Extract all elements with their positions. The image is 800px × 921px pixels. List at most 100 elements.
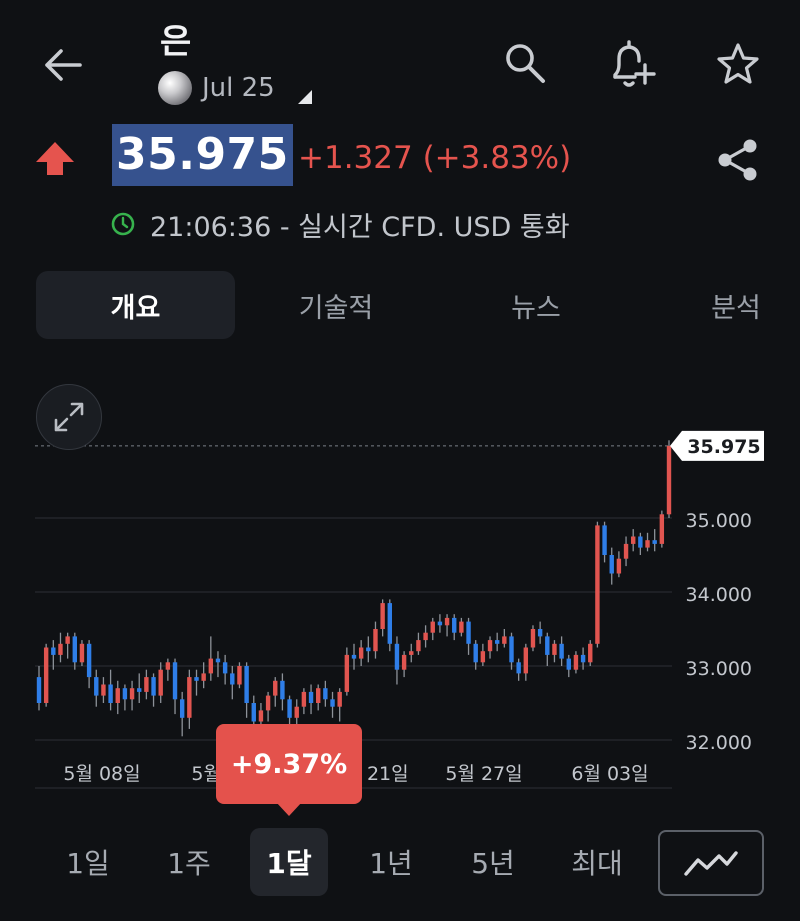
period-5y[interactable]: 5년	[458, 828, 528, 896]
candle-body	[480, 651, 486, 663]
candle-body	[108, 684, 113, 703]
candle-body	[623, 543, 629, 559]
silver-coin-icon	[158, 71, 192, 105]
candle-body	[380, 603, 385, 629]
candle-body	[595, 525, 600, 644]
candle-body	[316, 688, 321, 703]
quote-time-text: 21:06:36 - 실시간 CFD. USD 통화	[150, 211, 570, 243]
candle-body	[580, 654, 586, 663]
candle-body	[609, 555, 614, 574]
candle-body	[588, 643, 593, 663]
candle-body	[122, 688, 128, 700]
y-tick-label: 35.000	[686, 510, 752, 532]
candle-body	[530, 629, 536, 648]
expand-icon[interactable]	[36, 384, 102, 450]
y-tick-label: 33.000	[686, 658, 752, 680]
tab-analysis[interactable]: 분석	[676, 271, 796, 339]
candle-body	[330, 699, 335, 707]
price-badge-text: 35.975	[687, 436, 760, 458]
candle-body	[244, 666, 249, 703]
candle-body	[387, 603, 392, 644]
candle-body	[394, 643, 400, 670]
candle-body	[552, 643, 557, 655]
instrument-title: 은	[160, 22, 192, 62]
candle-body	[86, 643, 92, 678]
candle-body	[194, 677, 199, 681]
candle-body	[602, 525, 607, 555]
candle-body	[523, 647, 529, 674]
candle-body	[437, 621, 443, 626]
candle-body	[230, 673, 235, 685]
candle-body	[423, 632, 428, 641]
candle-body	[545, 636, 550, 655]
quote-time-row: 21:06:36 - 실시간 CFD. USD 통화	[110, 204, 570, 244]
period-1d[interactable]: 1일	[54, 828, 122, 896]
tab-technical[interactable]: 기술적	[236, 271, 436, 339]
arrow-up-icon	[34, 138, 76, 180]
x-tick-label: 6월 03일	[571, 763, 648, 785]
candle-body	[473, 643, 478, 663]
x-tick-label: 5월 27일	[445, 763, 522, 785]
candle-body	[337, 691, 342, 707]
candle-body	[79, 643, 85, 663]
candle-body	[308, 691, 314, 703]
candle-body	[58, 643, 63, 655]
candle-body	[222, 662, 228, 674]
candle-body	[652, 540, 657, 544]
candle-body	[509, 636, 514, 663]
price-chart[interactable]: 35.00034.00033.00032.0005월 08일5월 15일5월 2…	[0, 420, 800, 810]
bell-plus-icon[interactable]	[602, 36, 660, 94]
candle-body	[487, 640, 493, 652]
dropdown-corner-icon[interactable]	[298, 90, 312, 104]
line-chart-icon	[684, 851, 738, 876]
candle-body	[323, 688, 328, 700]
candle-body	[187, 677, 192, 718]
candle-body	[165, 662, 171, 670]
period-1m[interactable]: 1달	[250, 828, 328, 896]
section-tabs: 개요 기술적 뉴스 분석	[36, 271, 800, 339]
candle-body	[638, 536, 643, 548]
period-1w[interactable]: 1주	[154, 828, 224, 896]
tab-overview[interactable]: 개요	[36, 271, 235, 339]
period-1y[interactable]: 1년	[356, 828, 426, 896]
price-change: +1.327 (+3.83%)	[298, 140, 572, 176]
candle-body	[158, 669, 163, 696]
current-price-badge: 35.975	[670, 430, 764, 461]
back-arrow-icon[interactable]	[36, 38, 90, 92]
candle-body	[65, 636, 70, 644]
candle-body	[537, 629, 543, 637]
search-icon[interactable]	[498, 36, 552, 90]
candle-body	[466, 621, 471, 644]
candle-body	[101, 684, 106, 696]
period-max[interactable]: 최대	[560, 828, 634, 896]
clock-icon	[110, 211, 136, 237]
chart-type-button[interactable]	[658, 830, 764, 896]
candle-body	[516, 662, 521, 674]
candle-body	[559, 643, 564, 659]
candle-body	[43, 647, 49, 703]
current-price: 35.975	[112, 124, 293, 186]
contract-selector[interactable]: Jul 25	[158, 70, 275, 106]
star-icon[interactable]	[710, 36, 766, 92]
candle-body	[409, 651, 414, 655]
candle-body	[36, 677, 42, 703]
candle-body	[494, 640, 500, 644]
candle-body	[373, 629, 378, 652]
candle-body	[144, 677, 149, 692]
period-change-tooltip: +9.37%	[216, 724, 362, 816]
candle-body	[179, 699, 185, 718]
candle-body	[430, 621, 435, 633]
share-icon[interactable]	[712, 134, 764, 186]
tab-news[interactable]: 뉴스	[436, 271, 636, 339]
candle-body	[358, 647, 364, 659]
candle-body	[444, 617, 450, 626]
candle-body	[573, 654, 579, 670]
candle-body	[280, 680, 285, 700]
contract-label: Jul 25	[202, 73, 275, 103]
candle-body	[459, 621, 464, 633]
candle-body	[273, 680, 278, 696]
candle-body	[416, 640, 421, 652]
period-change-value: +9.37%	[216, 724, 362, 804]
candle-body	[666, 445, 672, 515]
candle-body	[366, 647, 371, 652]
